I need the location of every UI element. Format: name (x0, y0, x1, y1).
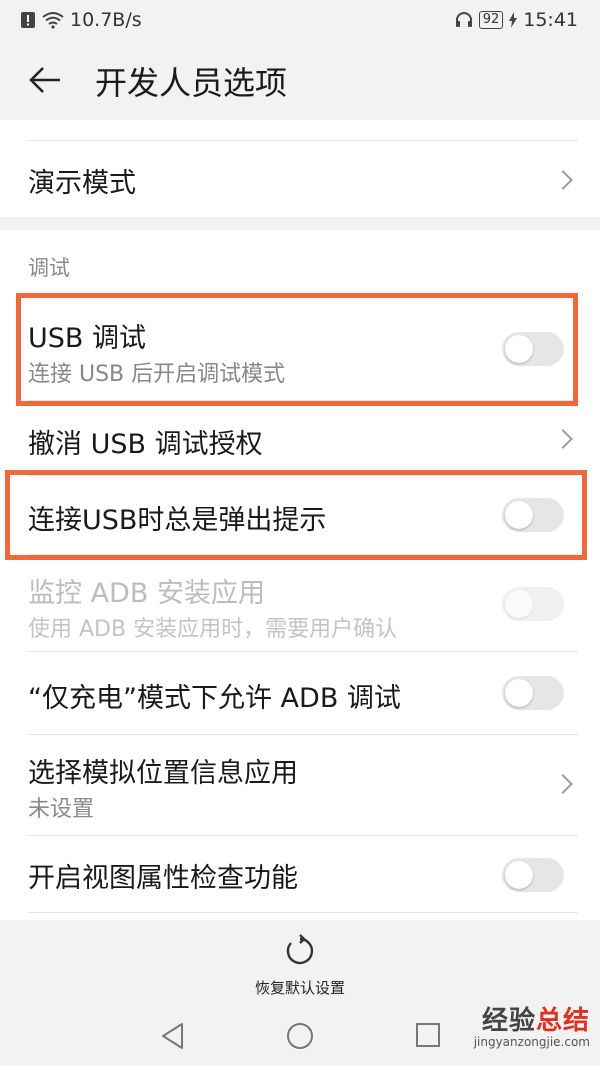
row-subtitle: 连接 USB 后开启调试模式 (28, 362, 286, 387)
chevron-right-icon (553, 170, 573, 190)
row-subtitle: 使用 ADB 安装应用时，需要用户确认 (28, 617, 398, 642)
battery-indicator: 92 (478, 11, 504, 29)
app-header: 开发人员选项 (0, 40, 600, 120)
back-arrow-icon[interactable] (28, 63, 62, 97)
status-left: 10.7B/s (20, 9, 142, 31)
page-title: 开发人员选项 (95, 64, 288, 102)
row-usb-debugging[interactable]: USB 调试 连接 USB 后开启调试模式 (0, 296, 600, 400)
row-title: 选择模拟位置信息应用 (28, 758, 298, 789)
reset-icon (286, 934, 314, 965)
watermark-brand-a: 经验 (481, 1006, 536, 1036)
headset-icon (455, 12, 472, 27)
row-title: USB 调试 (28, 323, 147, 354)
watermark-url: jingyanzongjie.com (473, 1035, 590, 1049)
wifi-icon (42, 12, 64, 29)
row-subtitle: 未设置 (28, 797, 95, 822)
toggle-knob (505, 501, 533, 529)
reset-button[interactable]: 恢复默认设置 (230, 925, 370, 1005)
row-title: 撤消 USB 调试授权 (28, 429, 263, 460)
chevron-right-icon (553, 774, 573, 794)
nav-home-icon[interactable] (287, 1023, 313, 1049)
settings-card-debug: 调试 USB 调试 连接 USB 后开启调试模式 撤消 USB 调试授权 连接U… (0, 230, 600, 920)
chevron-right-icon (553, 429, 573, 449)
clock: 15:41 (523, 9, 578, 31)
reset-label: 恢复默认设置 (254, 979, 345, 997)
view-attr-toggle[interactable] (502, 858, 564, 892)
bottom-bar: 恢复默认设置 (0, 920, 600, 1010)
toggle-knob (505, 679, 533, 707)
row-mock-location[interactable]: 选择模拟位置信息应用 未设置 (0, 735, 600, 835)
charging-icon (509, 12, 518, 28)
watermark: 经验总结 jingyanzongjie.com (474, 1000, 590, 1049)
row-monitor-adb: 监控 ADB 安装应用 使用 ADB 安装应用时，需要用户确认 (0, 555, 600, 651)
alert-icon (21, 12, 35, 28)
row-charge-only-adb[interactable]: “仅充电”模式下允许 ADB 调试 (0, 652, 600, 734)
nav-back-icon[interactable] (160, 1022, 186, 1050)
toggle-knob (505, 590, 533, 618)
row-revoke-usb[interactable]: 撤消 USB 调试授权 (0, 401, 600, 475)
row-title: “仅充电”模式下允许 ADB 调试 (28, 683, 401, 714)
network-speed: 10.7B/s (70, 9, 142, 31)
watermark-brand-b: 总结 (535, 1006, 590, 1036)
nav-recent-icon[interactable] (416, 1023, 440, 1047)
toggle-knob (505, 335, 533, 363)
status-right: 92 15:41 (455, 9, 578, 31)
usb-debugging-toggle[interactable] (502, 332, 564, 366)
row-usb-prompt[interactable]: 连接USB时总是弹出提示 (0, 476, 600, 554)
divider (28, 912, 578, 913)
section-header: 调试 (28, 256, 70, 280)
watermark-brand: 经验总结 (474, 1000, 590, 1037)
row-title: 演示模式 (28, 168, 136, 199)
monitor-adb-toggle (502, 587, 564, 621)
settings-card-demo: 演示模式 (0, 120, 600, 217)
row-title: 连接USB时总是弹出提示 (28, 505, 327, 536)
row-title: 开启视图属性检查功能 (28, 863, 298, 894)
usb-prompt-toggle[interactable] (502, 498, 564, 532)
row-demo-mode[interactable]: 演示模式 (0, 141, 600, 217)
row-view-attr[interactable]: 开启视图属性检查功能 (0, 836, 600, 914)
toggle-knob (505, 861, 533, 889)
status-bar: 10.7B/s 92 15:41 (0, 0, 600, 40)
row-title: 监控 ADB 安装应用 (28, 578, 265, 609)
charge-only-adb-toggle[interactable] (502, 676, 564, 710)
